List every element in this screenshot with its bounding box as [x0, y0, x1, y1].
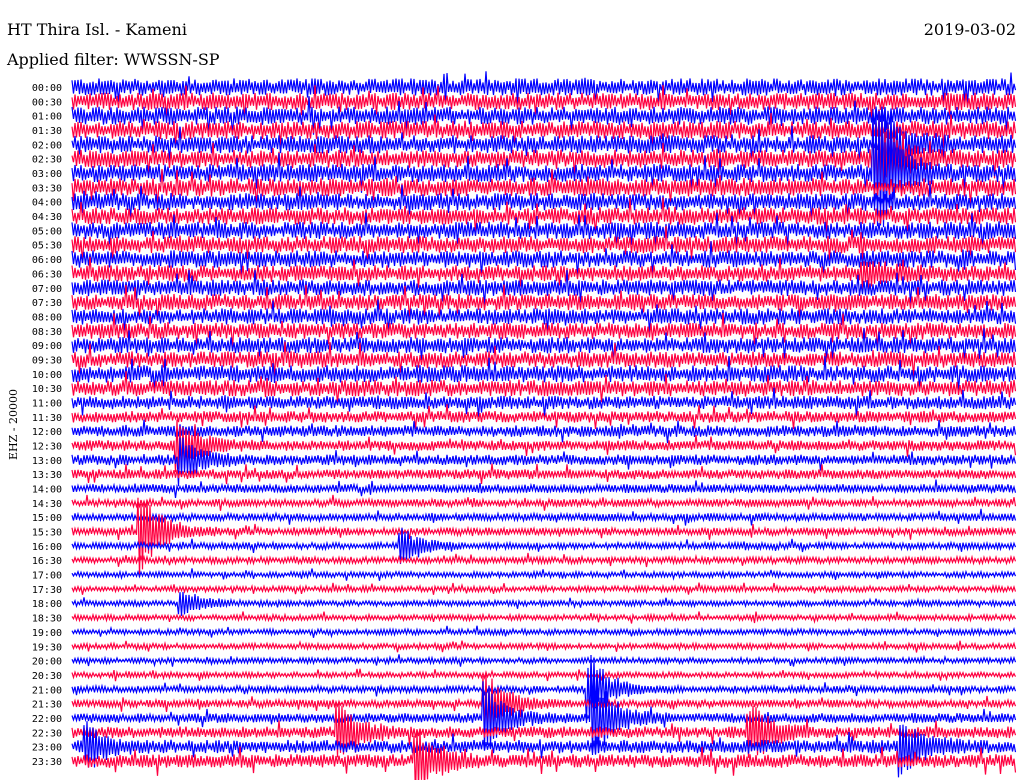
row-time-label: 13:00 [32, 456, 62, 467]
row-time-label: 07:00 [32, 284, 62, 295]
row-time-label: 10:00 [32, 370, 62, 381]
row-time-label: 16:00 [32, 542, 62, 553]
row-time-label: 19:30 [32, 642, 62, 653]
row-time-label: 20:30 [32, 671, 62, 682]
trace-row-1700 [71, 568, 1017, 581]
row-time-label: 11:00 [32, 398, 62, 409]
row-time-label: 14:30 [32, 499, 62, 510]
trace-row-1630 [71, 552, 1017, 568]
row-time-label: 09:00 [32, 341, 62, 352]
trace-row-1330 [71, 463, 1017, 485]
row-time-label: 07:30 [32, 298, 62, 309]
row-time-label: 22:00 [32, 714, 62, 725]
trace-row-1730 [71, 582, 1017, 595]
row-time-label: 02:00 [32, 140, 62, 151]
row-time-label: 18:00 [32, 599, 62, 610]
trace-row-2030 [71, 668, 1017, 682]
trace-row-2200 [71, 670, 1017, 756]
trace-row-2000 [71, 654, 1017, 668]
row-time-label: 19:00 [32, 628, 62, 639]
row-time-label: 03:30 [32, 183, 62, 194]
row-time-label: 05:00 [32, 226, 62, 237]
row-time-label: 21:30 [32, 700, 62, 711]
row-time-label: 17:30 [32, 585, 62, 596]
row-time-label: 14:00 [32, 485, 62, 496]
helicorder-plot: 00:00 00:30 01:00 01:30 02:00 02:30 03:00 03:30… [32, 71, 1017, 780]
row-time-label: 08:00 [32, 312, 62, 323]
trace-row-1800 [71, 591, 1017, 616]
trace-row-2130 [71, 673, 1017, 738]
row-time-label: 01:00 [32, 112, 62, 123]
row-time-label: 09:30 [32, 355, 62, 366]
row-time-label: 03:00 [32, 169, 62, 180]
trace-row-1500 [71, 508, 1017, 526]
row-time-label: 10:30 [32, 384, 62, 395]
row-time-label: 16:30 [32, 556, 62, 567]
row-time-label: 00:00 [32, 83, 62, 94]
row-time-label: 06:30 [32, 269, 62, 280]
row-time-label: 02:30 [32, 155, 62, 166]
trace-row-1830 [71, 611, 1017, 625]
trace-row-1900 [71, 625, 1017, 639]
row-time-label: 21:00 [32, 685, 62, 696]
trace-row-1930 [71, 640, 1017, 653]
row-time-label: 11:30 [32, 413, 62, 424]
row-time-label: 00:30 [32, 97, 62, 108]
row-time-label: 13:30 [32, 470, 62, 481]
row-time-label: 18:30 [32, 614, 62, 625]
row-time-label: 06:00 [32, 255, 62, 266]
row-time-label: 04:30 [32, 212, 62, 223]
row-time-label: 08:30 [32, 327, 62, 338]
trace-row-1400 [71, 479, 1017, 498]
trace-row-2100 [71, 654, 1017, 724]
row-time-label: 20:00 [32, 657, 62, 668]
row-time-label: 15:00 [32, 513, 62, 524]
row-time-label: 12:30 [32, 442, 62, 453]
row-time-label: 05:30 [32, 241, 62, 252]
row-time-label: 23:00 [32, 743, 62, 754]
row-time-label: 17:00 [32, 571, 62, 582]
trace-row-1430 [71, 494, 1017, 511]
row-time-label: 04:00 [32, 198, 62, 209]
row-time-label: 15:30 [32, 528, 62, 539]
row-time-label: 22:30 [32, 728, 62, 739]
row-time-label: 01:30 [32, 126, 62, 137]
row-time-label: 12:00 [32, 427, 62, 438]
row-time-label: 23:30 [32, 757, 62, 768]
